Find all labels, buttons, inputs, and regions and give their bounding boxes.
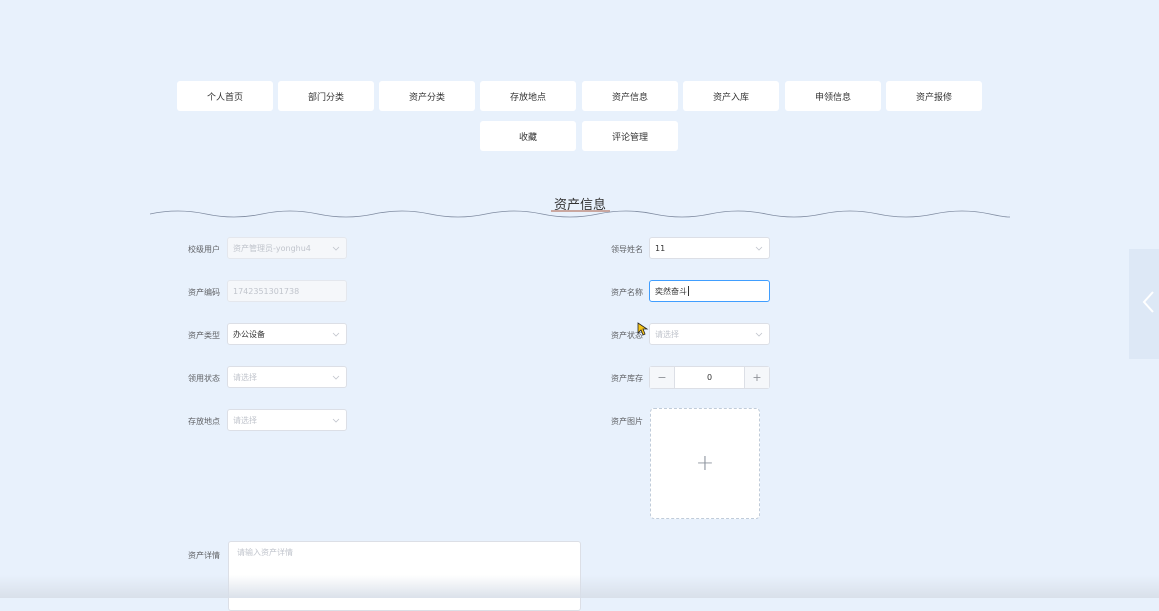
asset-status-placeholder: 请选择 — [655, 329, 679, 339]
chevron-down-icon — [332, 332, 340, 337]
asset-type-value: 办公设备 — [233, 329, 265, 339]
bottom-edge-shadow — [0, 575, 1159, 598]
stock-value[interactable]: 0 — [674, 367, 745, 388]
asset-name-label: 资产名称 — [611, 288, 643, 297]
chevron-down-icon — [755, 332, 763, 337]
nav-button-comments[interactable]: 评论管理 — [582, 121, 678, 151]
leader-name-select[interactable]: 11 — [649, 237, 770, 259]
asset-code-value: 1742351301738 — [233, 286, 300, 296]
chevron-down-icon — [755, 246, 763, 251]
leader-name-value: 11 — [655, 243, 666, 253]
nav-button-apply-info[interactable]: 申领信息 — [785, 81, 881, 111]
nav-button-asset-stockin[interactable]: 资产入库 — [683, 81, 779, 111]
location-placeholder: 请选择 — [233, 415, 257, 425]
nav-button-favorites[interactable]: 收藏 — [480, 121, 576, 151]
nav-button-asset-repair[interactable]: 资产报修 — [886, 81, 982, 111]
use-status-select[interactable]: 请选择 — [227, 366, 347, 388]
chevron-left-icon — [1142, 291, 1154, 313]
use-status-placeholder: 请选择 — [233, 372, 257, 382]
chevron-down-icon — [332, 418, 340, 423]
asset-status-select[interactable]: 请选择 — [649, 323, 770, 345]
leader-name-label: 领导姓名 — [611, 245, 643, 254]
nav-button-department[interactable]: 部门分类 — [278, 81, 374, 111]
school-user-value: 资产管理员-yonghu4 — [233, 243, 311, 253]
side-collapse-tab[interactable] — [1129, 249, 1159, 359]
asset-detail-placeholder: 请输入资产详情 — [237, 548, 293, 557]
asset-type-label: 资产类型 — [188, 331, 220, 340]
nav-button-asset-category[interactable]: 资产分类 — [379, 81, 475, 111]
asset-name-value: 奕然奋斗 — [655, 286, 687, 296]
asset-code-input[interactable]: 1742351301738 — [227, 280, 347, 302]
school-user-label: 校级用户 — [188, 245, 220, 254]
asset-name-input[interactable]: 奕然奋斗 — [649, 280, 770, 302]
text-cursor — [688, 286, 689, 296]
chevron-down-icon — [332, 375, 340, 380]
chevron-down-icon — [332, 246, 340, 251]
asset-status-label: 资产状态 — [611, 331, 643, 340]
plus-icon: + — [695, 451, 715, 476]
asset-type-select[interactable]: 办公设备 — [227, 323, 347, 345]
nav-button-location[interactable]: 存放地点 — [480, 81, 576, 111]
stock-increase-button[interactable]: + — [744, 367, 769, 388]
asset-code-label: 资产编码 — [188, 288, 220, 297]
asset-detail-label: 资产详情 — [188, 551, 220, 560]
mouse-pointer-icon — [637, 322, 649, 336]
school-user-select[interactable]: 资产管理员-yonghu4 — [227, 237, 347, 259]
location-select[interactable]: 请选择 — [227, 409, 347, 431]
location-label: 存放地点 — [188, 417, 220, 426]
asset-image-label: 资产图片 — [611, 417, 643, 426]
nav-button-home[interactable]: 个人首页 — [177, 81, 273, 111]
wave-divider — [150, 210, 1010, 218]
image-upload-box[interactable]: + — [650, 408, 760, 519]
use-status-label: 领用状态 — [188, 374, 220, 383]
asset-stock-label: 资产库存 — [611, 374, 643, 383]
asset-stock-stepper[interactable]: − 0 + — [649, 366, 770, 389]
stock-decrease-button[interactable]: − — [650, 367, 675, 388]
nav-button-asset-info[interactable]: 资产信息 — [582, 81, 678, 111]
